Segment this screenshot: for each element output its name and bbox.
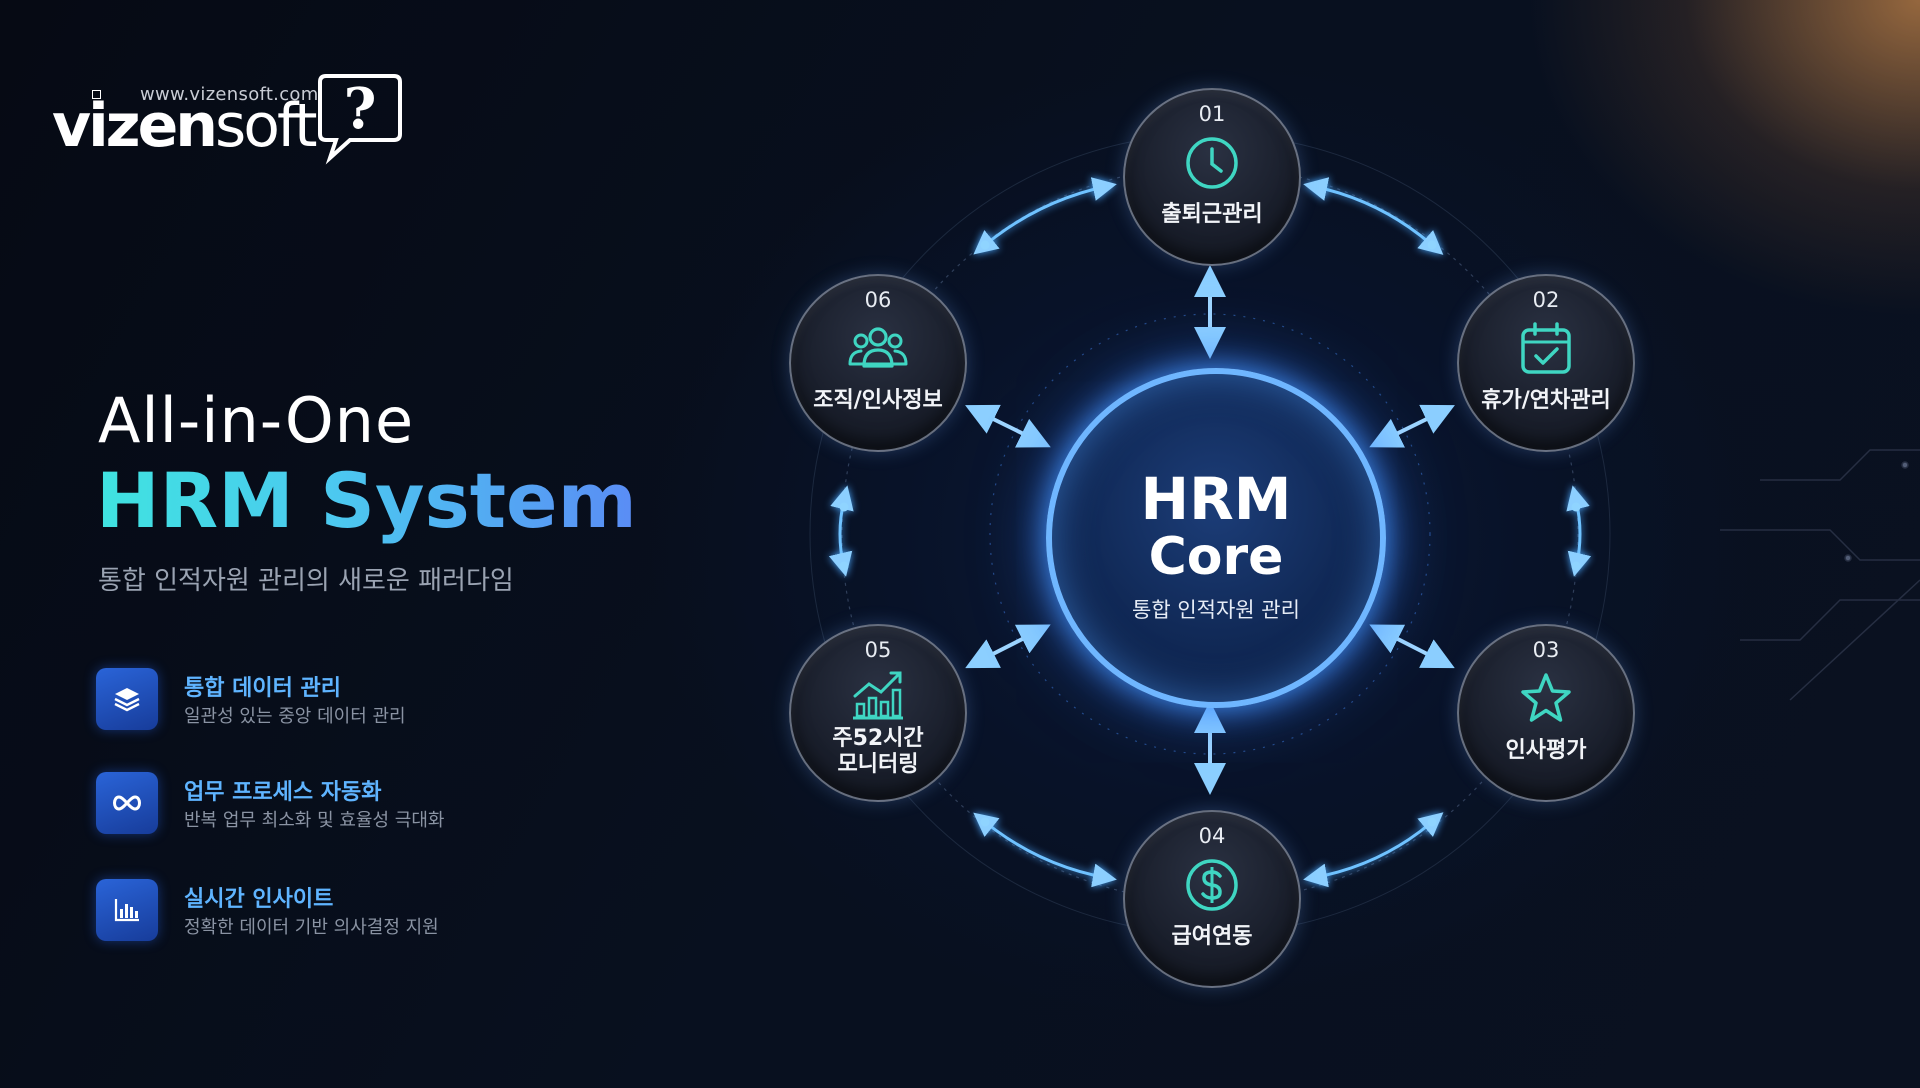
people-icon — [848, 327, 908, 368]
module-label: 휴가/연차관리 — [1481, 388, 1611, 413]
spoke-02 — [1369, 404, 1455, 448]
trend-chart-icon — [853, 671, 903, 720]
circuit-decoration — [1720, 449, 1920, 701]
arc-06-01 — [973, 177, 1117, 255]
module-node-organization[interactable]: 06 조직/인사정보 — [789, 274, 967, 452]
arc-01-02 — [1303, 177, 1444, 255]
module-node-evaluation[interactable]: 03 인사평가 — [1457, 624, 1635, 802]
spoke-03 — [1369, 624, 1455, 669]
star-icon — [1521, 673, 1571, 722]
module-node-attendance[interactable]: 01 출퇴근관리 — [1123, 88, 1301, 266]
module-node-52hours[interactable]: 05 주52시간 모니터링 — [789, 624, 967, 802]
arc-03-04 — [1303, 812, 1444, 888]
module-label: 인사평가 — [1505, 738, 1587, 763]
module-number: 01 — [1198, 102, 1226, 126]
module-number: 05 — [864, 638, 892, 662]
core-title-line1: HRM — [1140, 465, 1292, 533]
clock-icon — [1186, 137, 1238, 189]
module-number: 03 — [1532, 638, 1560, 662]
module-label: 급여연동 — [1171, 924, 1253, 949]
module-number: 06 — [864, 288, 892, 312]
core-subtitle: 통합 인적자원 관리 — [1132, 598, 1300, 622]
arc-04-05 — [973, 812, 1117, 888]
hrm-diagram-connectors — [809, 133, 1920, 935]
calendar-check-icon — [1521, 322, 1571, 374]
module-node-leave[interactable]: 02 휴가/연차관리 — [1457, 274, 1635, 452]
module-number: 04 — [1198, 824, 1226, 848]
module-number: 02 — [1532, 288, 1560, 312]
module-label: 주52시간 모니터링 — [832, 726, 924, 777]
module-label: 출퇴근관리 — [1161, 202, 1263, 227]
module-label: 조직/인사정보 — [813, 388, 943, 413]
core-title-line2: Core — [1148, 527, 1284, 587]
spoke-05 — [965, 624, 1051, 669]
module-node-payroll[interactable]: 04 급여연동 — [1123, 810, 1301, 988]
hrm-core[interactable]: HRM Core 통합 인적자원 관리 — [1046, 368, 1386, 708]
dollar-icon — [1186, 859, 1238, 911]
